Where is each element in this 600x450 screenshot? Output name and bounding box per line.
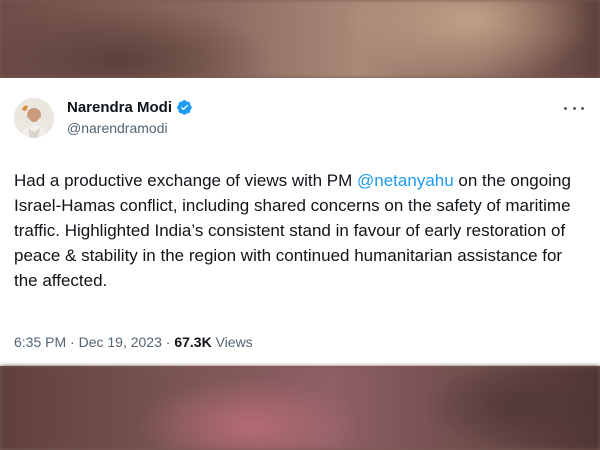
- views-count: 67.3K: [174, 334, 212, 350]
- author-name[interactable]: Narendra Modi: [67, 99, 172, 116]
- mention-link[interactable]: @netanyahu: [357, 171, 454, 190]
- tweet-card: Narendra Modi @narendramodi Had a produc…: [0, 78, 600, 366]
- avatar[interactable]: [14, 98, 54, 138]
- author-name-row: Narendra Modi: [67, 99, 193, 116]
- more-horizontal-icon[interactable]: [564, 100, 584, 116]
- meta-separator: ·: [161, 334, 175, 350]
- author-handle[interactable]: @narendramodi: [67, 120, 168, 136]
- tweet-text: Had a productive exchange of views with …: [14, 168, 586, 293]
- avatar-portrait-icon: [14, 98, 54, 138]
- tweet-meta: 6:35 PM · Dec 19, 2023 · 67.3K Views: [14, 334, 253, 350]
- blurred-background-bottom: [0, 366, 600, 450]
- meta-separator: ·: [66, 334, 79, 350]
- verified-badge-icon: [176, 99, 193, 116]
- tweet-time[interactable]: 6:35 PM: [14, 334, 66, 350]
- tweet-date[interactable]: Dec 19, 2023: [79, 334, 162, 350]
- tweet-text-start: Had a productive exchange of views with …: [14, 171, 358, 190]
- views-label: Views: [211, 334, 253, 350]
- blurred-background-top: [0, 0, 600, 78]
